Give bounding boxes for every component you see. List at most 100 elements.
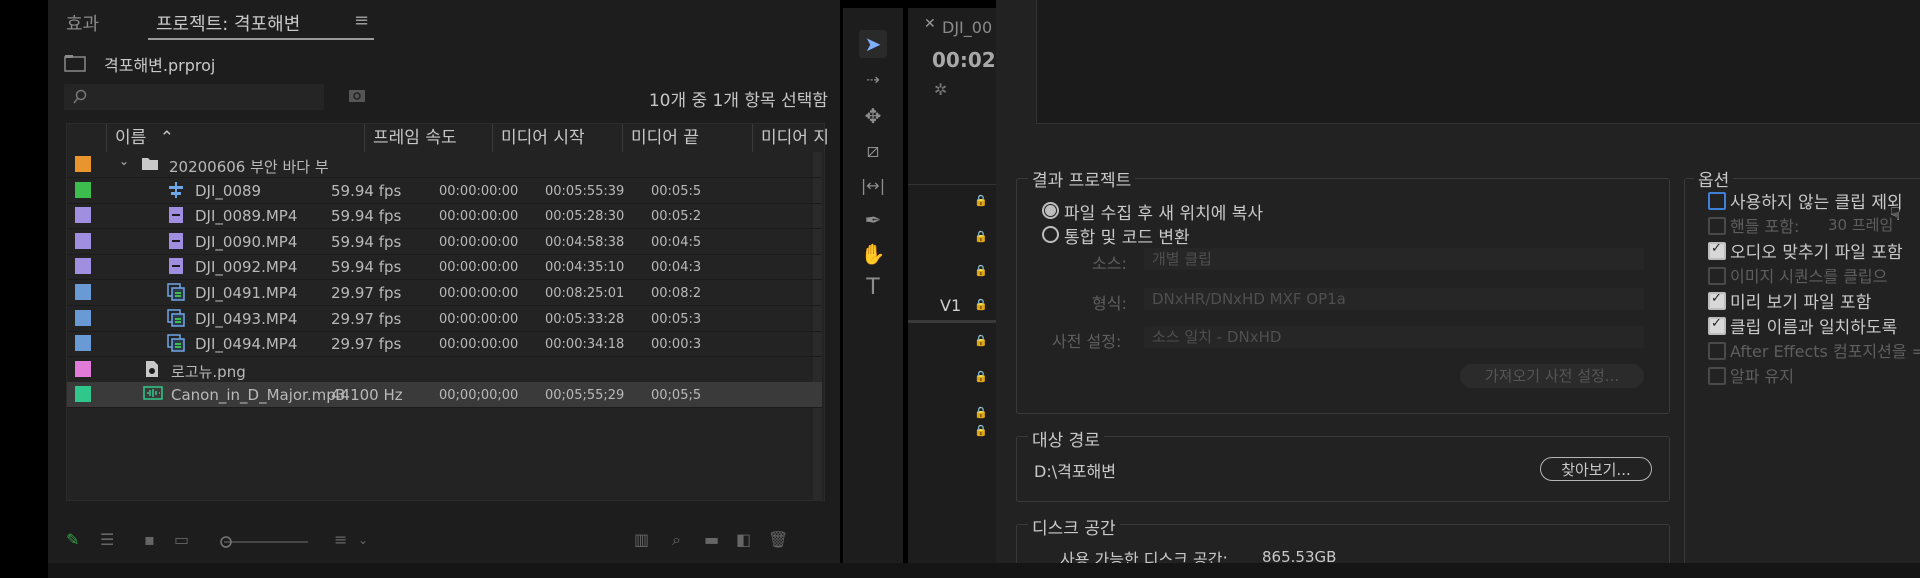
option-checkbox[interactable] (1708, 192, 1726, 210)
column-frame-rate[interactable]: 프레임 속도 (365, 124, 493, 152)
av-clip-icon (167, 334, 185, 352)
source-select[interactable]: 개별 클립 (1144, 248, 1644, 270)
search-input[interactable] (64, 84, 324, 110)
hand-tool-icon[interactable]: ✋ (859, 240, 887, 268)
column-media-duration[interactable]: 미디어 지 (753, 124, 829, 152)
label-color-swatch[interactable] (75, 232, 91, 249)
option-label[interactable]: 미리 보기 파일 포함 (1730, 288, 1871, 313)
track-select-tool-icon[interactable]: ⇢ (859, 66, 887, 94)
column-media-end[interactable]: 미디어 끝 (623, 124, 753, 152)
tab-project[interactable]: 프로젝트: 격포해변 (156, 10, 300, 36)
option-checkbox[interactable] (1708, 267, 1726, 285)
panel-menu-icon[interactable]: ≡ (354, 10, 369, 31)
label-color-swatch[interactable] (75, 284, 91, 300)
table-row[interactable]: DJI_0089 59.94 fps 00:00:00:00 00:05:55:39 0… (67, 178, 822, 204)
sort-icons-icon[interactable]: ≡ (334, 530, 347, 549)
new-item-icon[interactable]: ◧ (736, 530, 751, 549)
av-clip-icon (167, 308, 185, 327)
tab-effects[interactable]: 효과 (66, 10, 99, 36)
tools-panel: ➤ ⇢ ✥ ⧄ |↔| ✒ ✋ T (843, 8, 903, 568)
freeform-view-icon[interactable]: ▭ (174, 530, 189, 549)
item-media-duration: 00;05;5 (651, 388, 702, 404)
table-row[interactable]: DJI_0491.MP4 29.97 fps 00:00:00:00 00:08:25… (67, 280, 822, 306)
track-v1-label[interactable]: V1 (940, 296, 961, 315)
chevron-down-icon[interactable]: ⌄ (358, 533, 368, 547)
option-checkbox[interactable] (1708, 291, 1726, 310)
option-label[interactable]: 클립 이름과 일치하도록 (1730, 313, 1897, 338)
new-bin-icon[interactable]: ▬ (704, 530, 719, 549)
automate-to-sequence-icon[interactable]: ▥ (634, 530, 649, 549)
table-row[interactable]: 로고뉴.png (67, 357, 822, 383)
folder-icon (141, 155, 159, 173)
label-color-swatch[interactable] (75, 258, 91, 275)
option-checkbox[interactable] (1708, 217, 1726, 235)
option-checkbox[interactable] (1708, 342, 1726, 360)
project-manager-dialog: 결과 프로젝트 파일 수집 후 새 위치에 복사 통합 및 코드 변환 소스: … (996, 0, 1920, 578)
track-lock-icon[interactable]: 🔒 (974, 194, 988, 207)
track-lock-icon[interactable]: 🔒 (974, 230, 988, 243)
consolidate-transcode-radio[interactable] (1042, 226, 1059, 243)
razor-tool-icon[interactable]: ⧄ (859, 136, 887, 164)
zoom-slider[interactable] (218, 536, 314, 548)
label-color-swatch[interactable] (75, 360, 91, 377)
copy-files-label[interactable]: 파일 수집 후 새 위치에 복사 (1064, 199, 1263, 224)
copy-files-radio[interactable] (1042, 202, 1059, 219)
label-column-header[interactable] (67, 124, 107, 152)
disk-space-title: 디스크 공간 (1028, 514, 1120, 539)
track-lock-icon[interactable]: 🔒 (974, 406, 988, 419)
table-row[interactable]: ⌄ 20200606 부안 바다 부 (67, 152, 822, 178)
table-row[interactable]: DJI_0494.MP4 29.97 fps 00:00:00:00 00:00:34… (67, 331, 822, 358)
track-lock-icon[interactable]: 🔒 (974, 298, 988, 311)
trash-icon[interactable]: 🗑 (768, 530, 788, 549)
table-row[interactable]: DJI_0493.MP4 29.97 fps 00:00:00:00 00:05:33… (67, 306, 822, 332)
browse-button[interactable]: 찾아보기... (1540, 457, 1652, 481)
snap-icon[interactable]: ✲ (934, 80, 947, 99)
option-checkbox[interactable] (1708, 367, 1726, 385)
timeline-tab[interactable]: DJI_00 (942, 18, 992, 37)
option-label[interactable]: After Effects 컴포지션을 = (1730, 338, 1920, 362)
ripple-edit-tool-icon[interactable]: ✥ (859, 102, 887, 130)
preset-select[interactable]: 소스 일치 - DNxHD (1144, 326, 1644, 348)
slip-tool-icon[interactable]: |↔| (859, 172, 887, 200)
table-row[interactable]: DJI_0092.MP4 59.94 fps 00:00:00:00 00:04:35… (67, 254, 822, 281)
label-color-swatch[interactable] (75, 207, 91, 224)
label-color-swatch[interactable] (75, 335, 91, 352)
table-row[interactable]: DJI_0089.MP4 59.94 fps 00:00:00:00 00:05:28… (67, 203, 822, 230)
list-view-icon[interactable]: ☰ (100, 530, 114, 549)
track-lock-icon[interactable]: 🔒 (974, 264, 988, 277)
option-label[interactable]: 알파 유지 (1730, 363, 1794, 387)
item-media-duration: 00:00:3 (651, 337, 702, 353)
format-select[interactable]: DNxHR/DNxHD MXF OP1a (1144, 288, 1644, 310)
option-label[interactable]: 핸들 포함: (1730, 213, 1799, 237)
icon-view-icon[interactable]: ▪ (144, 530, 155, 549)
track-lock-icon[interactable]: 🔒 (974, 424, 988, 437)
new-search-bin-icon[interactable] (348, 88, 366, 104)
track-lock-icon[interactable]: 🔒 (974, 334, 988, 347)
table-row[interactable]: DJI_0090.MP4 59.94 fps 00:00:00:00 00:04:58… (67, 229, 822, 255)
option-checkbox[interactable] (1708, 241, 1726, 260)
consolidate-transcode-label[interactable]: 통합 및 코드 변환 (1064, 223, 1190, 248)
option-label[interactable]: 사용하지 않는 클립 제외 (1730, 188, 1903, 213)
close-tab-icon[interactable]: ✕ (924, 16, 936, 32)
column-name[interactable]: 이름 ⌃ (107, 124, 365, 152)
column-media-start[interactable]: 미디어 시작 (493, 124, 623, 152)
label-color-swatch[interactable] (75, 309, 91, 326)
expand-chevron-icon[interactable]: ⌄ (119, 154, 129, 168)
label-color-swatch[interactable] (75, 386, 91, 403)
playhead-timecode[interactable]: 00:02: (932, 48, 996, 72)
option-label[interactable]: 이미지 시퀀스를 클립으 (1730, 263, 1887, 287)
selection-tool-icon[interactable]: ➤ (859, 30, 887, 58)
table-row[interactable]: Canon_in_D_Major.mp3 44100 Hz 00;00;00;00 0… (67, 382, 822, 409)
option-checkbox[interactable] (1708, 316, 1726, 335)
pen-tool-icon[interactable]: ✒ (859, 206, 887, 234)
import-preset-button[interactable]: 가져오기 사전 설정... (1460, 364, 1644, 388)
label-color-swatch[interactable] (75, 156, 91, 172)
pencil-icon[interactable]: ✎ (66, 530, 79, 549)
find-icon[interactable]: ⌕ (672, 530, 681, 550)
option-label[interactable]: 오디오 맞추기 파일 포함 (1730, 238, 1903, 263)
item-media-start: 00:00:00:00 (439, 260, 519, 276)
label-color-swatch[interactable] (75, 181, 91, 198)
selection-count: 10개 중 1개 항목 선택함 (648, 91, 828, 111)
track-lock-icon[interactable]: 🔒 (974, 370, 988, 383)
type-tool-icon[interactable]: T (859, 274, 887, 302)
